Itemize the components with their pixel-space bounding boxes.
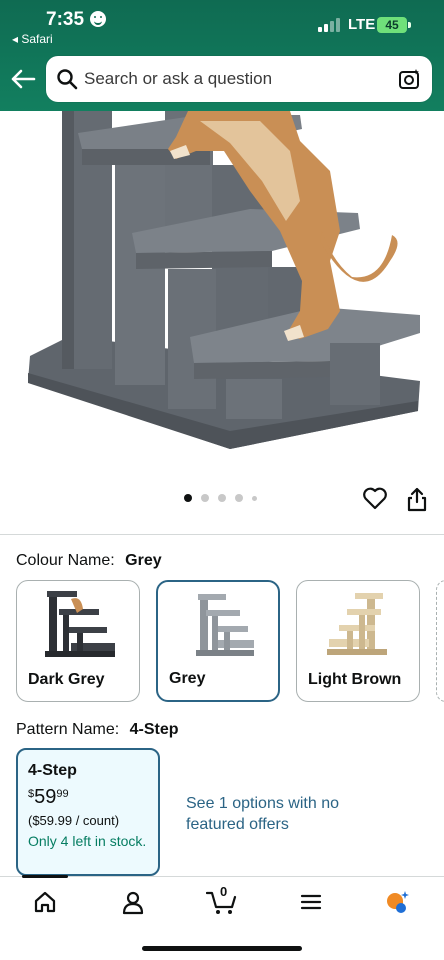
pattern-value: 4-Step (129, 721, 179, 738)
home-icon[interactable] (32, 889, 58, 915)
colour-swatch-label: Light Brown (308, 671, 402, 688)
pattern-option-title: 4-Step (28, 762, 77, 779)
smiley-icon (90, 11, 106, 27)
colour-swatch-label: Grey (169, 670, 206, 687)
colour-swatch-more[interactable] (436, 580, 444, 702)
cart-button[interactable]: 0 (205, 884, 238, 915)
colour-name-line: Colour Name: Grey (16, 552, 162, 570)
top-bar: 7:35 ◂ Safari LTE 45 (0, 0, 444, 111)
pattern-option-4-step[interactable]: 4-Step $5999 ($59.99 / count) Only 4 lef… (16, 748, 160, 876)
product-image[interactable] (0, 111, 444, 481)
price-fraction: 99 (56, 788, 69, 800)
gallery-dot[interactable] (235, 494, 243, 502)
signal-icon (318, 18, 342, 32)
camera-lens-icon[interactable] (398, 67, 422, 91)
other-offers-link[interactable]: See 1 options with no featured offers (186, 793, 346, 835)
bottom-nav: 0 (0, 875, 444, 960)
active-tab-indicator (22, 875, 68, 878)
cart-count: 0 (220, 884, 228, 899)
colour-swatch-grey[interactable]: Grey (156, 580, 280, 702)
battery-icon: 45 (377, 17, 411, 33)
heart-icon[interactable] (362, 486, 388, 510)
status-time: 7:35 (46, 9, 85, 30)
colour-value: Grey (125, 552, 162, 569)
menu-icon[interactable] (298, 889, 324, 915)
home-indicator (142, 946, 302, 951)
search-icon (57, 69, 78, 90)
network-label: LTE (348, 16, 376, 33)
rufus-assistant-icon[interactable] (384, 889, 410, 915)
unit-price: ($59.99 / count) (28, 813, 120, 828)
cat-stairs-illustration (28, 111, 420, 449)
dark-grey-stairs-thumbnail (45, 591, 115, 657)
back-to-safari-link[interactable]: ◂ Safari (12, 32, 53, 46)
search-bar[interactable] (46, 56, 432, 102)
price-currency: $ (28, 788, 35, 800)
gallery-dot[interactable] (184, 494, 192, 502)
pattern-name-line: Pattern Name: 4-Step (16, 721, 179, 739)
pattern-label: Pattern Name: (16, 721, 120, 738)
price: $5999 (28, 786, 148, 809)
colour-swatch-light-brown[interactable]: Light Brown (296, 580, 420, 702)
section-divider (0, 534, 444, 535)
grey-stairs-thumbnail (196, 594, 254, 656)
colour-swatch-dark-grey[interactable]: Dark Grey (16, 580, 140, 702)
price-whole: 59 (34, 786, 57, 808)
back-arrow-icon[interactable] (10, 66, 36, 92)
profile-icon[interactable] (120, 889, 146, 915)
colour-label: Colour Name: (16, 552, 115, 569)
colour-swatch-label: Dark Grey (28, 671, 105, 688)
gallery-dot[interactable] (201, 494, 209, 502)
search-input[interactable] (84, 56, 384, 102)
light-brown-stairs-thumbnail (327, 593, 387, 655)
share-icon[interactable] (406, 486, 428, 512)
stock-status: Only 4 left in stock. (28, 833, 147, 849)
gallery-dot[interactable] (252, 496, 257, 501)
gallery-dot[interactable] (218, 494, 226, 502)
